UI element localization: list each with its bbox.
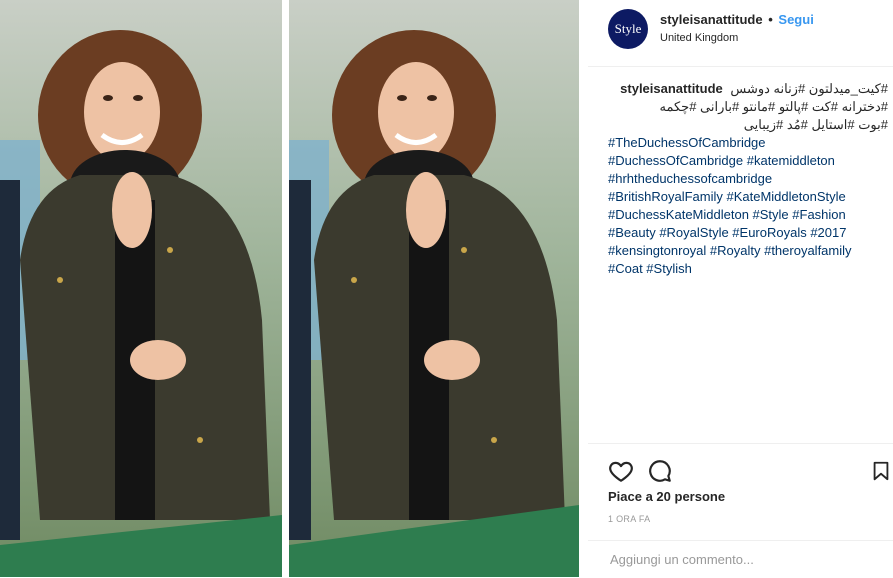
caption-username[interactable]: styleisanattitude [620,81,723,96]
post-timestamp[interactable]: 1 ORA FA [608,514,650,524]
comment-input[interactable] [608,551,872,568]
speech-bubble-icon[interactable] [647,458,673,484]
post-author: styleisanattitude • Segui [660,12,814,27]
post-media[interactable] [0,0,588,577]
post-header: Style styleisanattitude • Segui United K… [588,0,893,67]
photo-panel-right [289,0,579,577]
photo-panel-left [0,0,282,577]
hashtag-line[interactable]: #Beauty #RoyalStyle #EuroRoyals #2017 [608,224,888,242]
username-link[interactable]: styleisanattitude [660,12,763,27]
likes-count[interactable]: Piace a 20 persone [608,489,725,504]
caption-rtl-line-1: #کیت_میدلتون #زنانه دوشس styleisanattitu… [608,80,888,98]
heart-icon[interactable] [608,458,634,484]
follow-button[interactable]: Segui [778,12,813,27]
bookmark-icon[interactable] [870,458,892,484]
avatar[interactable]: Style [608,9,648,49]
photo-left [0,0,282,577]
hashtag-line[interactable]: #Coat #Stylish [608,260,888,278]
post-sidebar: Style styleisanattitude • Segui United K… [588,0,893,577]
comment-box [588,540,893,578]
action-bar [588,443,893,494]
photo-right [289,0,579,577]
hashtag-line[interactable]: #DuchessKateMiddleton #Style #Fashion [608,206,888,224]
hashtag-line[interactable]: #TheDuchessOfCambridge [608,134,888,152]
hashtag-line[interactable]: #hrhtheduchessofcambridge [608,170,888,188]
hashtag-line[interactable]: #BritishRoyalFamily #KateMiddletonStyle [608,188,888,206]
caption-rtl-line-3: #بوت #استایل #مُد #زیبایی [743,117,888,132]
caption: #کیت_میدلتون #زنانه دوشس styleisanattitu… [608,80,888,278]
separator-dot: • [768,12,773,27]
caption-rtl-text-1: #کیت_میدلتون #زنانه دوشس [730,81,888,96]
hashtag-line[interactable]: #kensingtonroyal #Royalty #theroyalfamil… [608,242,888,260]
location-link[interactable]: United Kingdom [660,32,738,44]
caption-rtl-line-2: #دخترانه #کت #پالتو #مانتو #بارانی #چکمه [659,99,889,114]
hashtag-line[interactable]: #DuchessOfCambridge #katemiddleton [608,152,888,170]
